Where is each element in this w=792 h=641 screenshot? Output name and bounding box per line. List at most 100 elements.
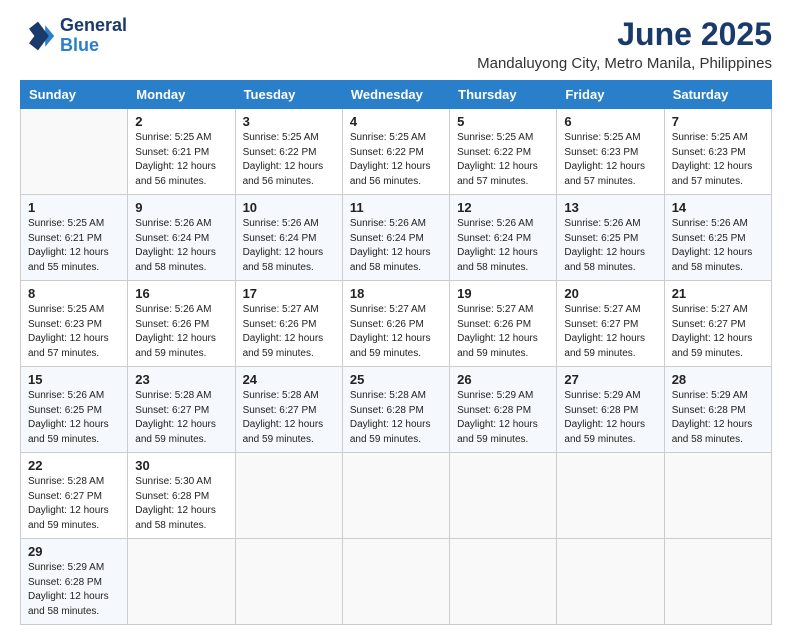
day-number: 14 bbox=[672, 200, 764, 215]
day-info: Sunrise: 5:25 AMSunset: 6:22 PMDaylight:… bbox=[350, 132, 431, 187]
day-number: 11 bbox=[350, 200, 442, 215]
day-number: 7 bbox=[672, 114, 764, 129]
table-row: 3 Sunrise: 5:25 AMSunset: 6:22 PMDayligh… bbox=[235, 109, 342, 195]
day-info: Sunrise: 5:26 AMSunset: 6:25 PMDaylight:… bbox=[672, 218, 753, 273]
table-row: 23 Sunrise: 5:28 AMSunset: 6:27 PMDaylig… bbox=[128, 367, 235, 453]
day-info: Sunrise: 5:26 AMSunset: 6:25 PMDaylight:… bbox=[28, 390, 109, 445]
table-row: 30 Sunrise: 5:30 AMSunset: 6:28 PMDaylig… bbox=[128, 453, 235, 539]
day-info: Sunrise: 5:29 AMSunset: 6:28 PMDaylight:… bbox=[457, 390, 538, 445]
table-row: 16 Sunrise: 5:26 AMSunset: 6:26 PMDaylig… bbox=[128, 281, 235, 367]
day-number: 25 bbox=[350, 372, 442, 387]
day-info: Sunrise: 5:26 AMSunset: 6:24 PMDaylight:… bbox=[243, 218, 324, 273]
day-number: 29 bbox=[28, 544, 120, 559]
logo-text: General Blue bbox=[60, 16, 127, 56]
day-number: 8 bbox=[28, 286, 120, 301]
day-number: 15 bbox=[28, 372, 120, 387]
calendar-table: Sunday Monday Tuesday Wednesday Thursday… bbox=[20, 80, 772, 625]
calendar-week-row: 22 Sunrise: 5:28 AMSunset: 6:27 PMDaylig… bbox=[21, 453, 772, 539]
title-block: June 2025 Mandaluyong City, Metro Manila… bbox=[477, 16, 772, 72]
day-number: 22 bbox=[28, 458, 120, 473]
table-row bbox=[664, 453, 771, 539]
table-row bbox=[557, 453, 664, 539]
table-row: 21 Sunrise: 5:27 AMSunset: 6:27 PMDaylig… bbox=[664, 281, 771, 367]
day-number: 20 bbox=[564, 286, 656, 301]
day-info: Sunrise: 5:25 AMSunset: 6:23 PMDaylight:… bbox=[672, 132, 753, 187]
day-number: 24 bbox=[243, 372, 335, 387]
day-number: 4 bbox=[350, 114, 442, 129]
day-number: 9 bbox=[135, 200, 227, 215]
header-wednesday: Wednesday bbox=[342, 81, 449, 109]
table-row: 25 Sunrise: 5:28 AMSunset: 6:28 PMDaylig… bbox=[342, 367, 449, 453]
day-info: Sunrise: 5:29 AMSunset: 6:28 PMDaylight:… bbox=[564, 390, 645, 445]
table-row: 9 Sunrise: 5:26 AMSunset: 6:24 PMDayligh… bbox=[128, 195, 235, 281]
day-info: Sunrise: 5:27 AMSunset: 6:26 PMDaylight:… bbox=[350, 304, 431, 359]
day-number: 23 bbox=[135, 372, 227, 387]
day-info: Sunrise: 5:25 AMSunset: 6:21 PMDaylight:… bbox=[135, 132, 216, 187]
header-thursday: Thursday bbox=[450, 81, 557, 109]
table-row: 19 Sunrise: 5:27 AMSunset: 6:26 PMDaylig… bbox=[450, 281, 557, 367]
day-info: Sunrise: 5:25 AMSunset: 6:23 PMDaylight:… bbox=[564, 132, 645, 187]
table-row: 12 Sunrise: 5:26 AMSunset: 6:24 PMDaylig… bbox=[450, 195, 557, 281]
day-info: Sunrise: 5:26 AMSunset: 6:26 PMDaylight:… bbox=[135, 304, 216, 359]
day-info: Sunrise: 5:26 AMSunset: 6:24 PMDaylight:… bbox=[350, 218, 431, 273]
table-row: 15 Sunrise: 5:26 AMSunset: 6:25 PMDaylig… bbox=[21, 367, 128, 453]
day-info: Sunrise: 5:25 AMSunset: 6:22 PMDaylight:… bbox=[457, 132, 538, 187]
table-row: 22 Sunrise: 5:28 AMSunset: 6:27 PMDaylig… bbox=[21, 453, 128, 539]
day-number: 13 bbox=[564, 200, 656, 215]
day-number: 16 bbox=[135, 286, 227, 301]
day-info: Sunrise: 5:28 AMSunset: 6:27 PMDaylight:… bbox=[135, 390, 216, 445]
table-row: 13 Sunrise: 5:26 AMSunset: 6:25 PMDaylig… bbox=[557, 195, 664, 281]
calendar-week-row: 15 Sunrise: 5:26 AMSunset: 6:25 PMDaylig… bbox=[21, 367, 772, 453]
day-info: Sunrise: 5:26 AMSunset: 6:24 PMDaylight:… bbox=[135, 218, 216, 273]
calendar-subtitle: Mandaluyong City, Metro Manila, Philippi… bbox=[477, 55, 772, 72]
day-info: Sunrise: 5:29 AMSunset: 6:28 PMDaylight:… bbox=[672, 390, 753, 445]
table-row: 28 Sunrise: 5:29 AMSunset: 6:28 PMDaylig… bbox=[664, 367, 771, 453]
day-info: Sunrise: 5:28 AMSunset: 6:28 PMDaylight:… bbox=[350, 390, 431, 445]
header-friday: Friday bbox=[557, 81, 664, 109]
day-number: 6 bbox=[564, 114, 656, 129]
table-row: 11 Sunrise: 5:26 AMSunset: 6:24 PMDaylig… bbox=[342, 195, 449, 281]
calendar-week-row: 8 Sunrise: 5:25 AMSunset: 6:23 PMDayligh… bbox=[21, 281, 772, 367]
header-saturday: Saturday bbox=[664, 81, 771, 109]
day-number: 19 bbox=[457, 286, 549, 301]
day-number: 2 bbox=[135, 114, 227, 129]
table-row: 2 Sunrise: 5:25 AMSunset: 6:21 PMDayligh… bbox=[128, 109, 235, 195]
table-row: 10 Sunrise: 5:26 AMSunset: 6:24 PMDaylig… bbox=[235, 195, 342, 281]
day-info: Sunrise: 5:27 AMSunset: 6:26 PMDaylight:… bbox=[457, 304, 538, 359]
day-number: 17 bbox=[243, 286, 335, 301]
table-row: 4 Sunrise: 5:25 AMSunset: 6:22 PMDayligh… bbox=[342, 109, 449, 195]
day-info: Sunrise: 5:28 AMSunset: 6:27 PMDaylight:… bbox=[28, 476, 109, 531]
logo-line1: General bbox=[60, 16, 127, 36]
table-row: 17 Sunrise: 5:27 AMSunset: 6:26 PMDaylig… bbox=[235, 281, 342, 367]
day-number: 5 bbox=[457, 114, 549, 129]
day-number: 10 bbox=[243, 200, 335, 215]
day-info: Sunrise: 5:26 AMSunset: 6:24 PMDaylight:… bbox=[457, 218, 538, 273]
day-info: Sunrise: 5:27 AMSunset: 6:26 PMDaylight:… bbox=[243, 304, 324, 359]
logo-icon bbox=[20, 18, 56, 54]
day-number: 18 bbox=[350, 286, 442, 301]
day-info: Sunrise: 5:27 AMSunset: 6:27 PMDaylight:… bbox=[564, 304, 645, 359]
table-row: 14 Sunrise: 5:26 AMSunset: 6:25 PMDaylig… bbox=[664, 195, 771, 281]
day-info: Sunrise: 5:29 AMSunset: 6:28 PMDaylight:… bbox=[28, 562, 109, 617]
page-header: General Blue June 2025 Mandaluyong City,… bbox=[20, 16, 772, 72]
table-row: 24 Sunrise: 5:28 AMSunset: 6:27 PMDaylig… bbox=[235, 367, 342, 453]
day-info: Sunrise: 5:28 AMSunset: 6:27 PMDaylight:… bbox=[243, 390, 324, 445]
weekday-header-row: Sunday Monday Tuesday Wednesday Thursday… bbox=[21, 81, 772, 109]
calendar-week-row: 1 Sunrise: 5:25 AMSunset: 6:21 PMDayligh… bbox=[21, 195, 772, 281]
logo-line2: Blue bbox=[60, 36, 127, 56]
day-number: 12 bbox=[457, 200, 549, 215]
calendar-title: June 2025 bbox=[477, 16, 772, 53]
day-info: Sunrise: 5:25 AMSunset: 6:22 PMDaylight:… bbox=[243, 132, 324, 187]
table-row: 6 Sunrise: 5:25 AMSunset: 6:23 PMDayligh… bbox=[557, 109, 664, 195]
day-number: 27 bbox=[564, 372, 656, 387]
header-monday: Monday bbox=[128, 81, 235, 109]
table-row: 7 Sunrise: 5:25 AMSunset: 6:23 PMDayligh… bbox=[664, 109, 771, 195]
table-row: 18 Sunrise: 5:27 AMSunset: 6:26 PMDaylig… bbox=[342, 281, 449, 367]
day-number: 30 bbox=[135, 458, 227, 473]
day-number: 3 bbox=[243, 114, 335, 129]
day-number: 21 bbox=[672, 286, 764, 301]
table-row: 26 Sunrise: 5:29 AMSunset: 6:28 PMDaylig… bbox=[450, 367, 557, 453]
day-info: Sunrise: 5:26 AMSunset: 6:25 PMDaylight:… bbox=[564, 218, 645, 273]
table-row bbox=[235, 453, 342, 539]
day-info: Sunrise: 5:30 AMSunset: 6:28 PMDaylight:… bbox=[135, 476, 216, 531]
